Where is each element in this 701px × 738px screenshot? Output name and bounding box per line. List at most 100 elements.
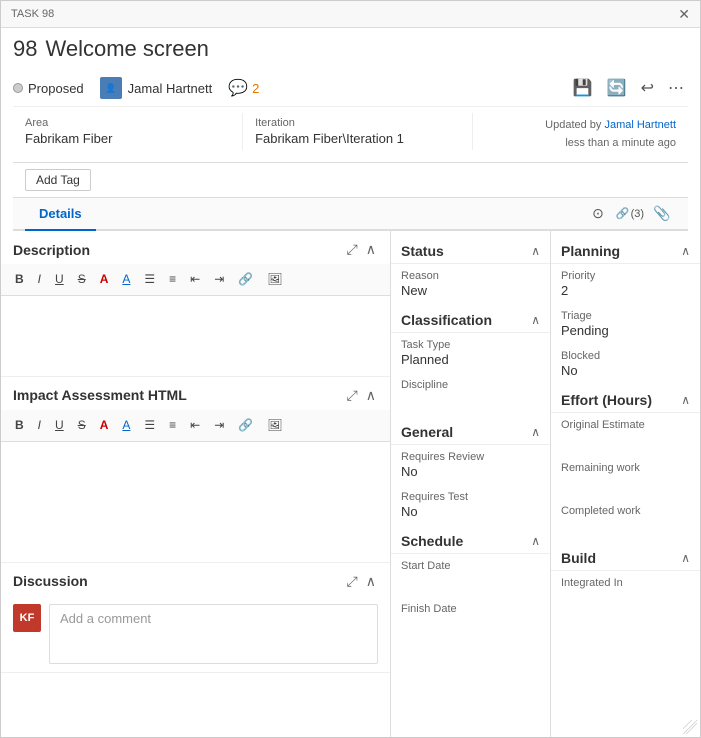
original-estimate-field[interactable]: Original Estimate <box>551 413 700 456</box>
bullet-list-btn[interactable]: ☰ <box>138 268 161 291</box>
finish-date-label: Finish Date <box>401 603 540 615</box>
link-btn[interactable]: 🔗 <box>232 268 259 291</box>
area-value: Fabrikam Fiber <box>25 131 230 146</box>
discussion-collapse-btn[interactable]: ∧ <box>364 571 378 592</box>
format-btn[interactable]: A <box>116 268 136 291</box>
comment-input[interactable]: Add a comment <box>49 604 378 664</box>
outdent-btn[interactable]: ⇤ <box>184 268 206 291</box>
impact-italic-btn[interactable]: I <box>32 414 47 437</box>
start-date-field[interactable]: Start Date <box>391 554 550 597</box>
highlight-btn[interactable]: A <box>94 268 115 291</box>
attach-icon-btn[interactable]: 📎 <box>648 200 676 228</box>
description-expand-btn[interactable]: ⤢ <box>345 239 360 260</box>
impact-link-btn[interactable]: 🔗 <box>232 414 259 437</box>
resize-handle[interactable] <box>683 720 697 734</box>
status-badge[interactable]: Proposed <box>13 81 84 96</box>
impact-expand-btn[interactable]: ⤢ <box>345 385 360 406</box>
impact-image-btn[interactable]: 🖼 <box>261 414 288 437</box>
completed-work-field[interactable]: Completed work <box>551 499 700 542</box>
image-btn[interactable]: 🖼 <box>261 268 288 291</box>
impact-numbered-btn[interactable]: ≡ <box>163 414 182 437</box>
build-collapse-btn[interactable]: ∧ <box>681 551 690 565</box>
triage-field[interactable]: Triage Pending <box>551 304 700 344</box>
description-controls: ⤢ ∧ <box>345 239 378 260</box>
classification-collapse-btn[interactable]: ∧ <box>531 313 540 327</box>
schedule-section-header: Schedule ∧ <box>391 525 550 554</box>
discipline-label: Discipline <box>401 379 540 391</box>
impact-bullet-btn[interactable]: ☰ <box>138 414 161 437</box>
impact-format-btn[interactable]: A <box>116 414 136 437</box>
reason-field[interactable]: Reason New <box>391 264 550 304</box>
task-name[interactable]: Welcome screen <box>45 36 208 62</box>
task-number: 98 <box>13 36 37 62</box>
description-collapse-btn[interactable]: ∧ <box>364 239 378 260</box>
priority-field[interactable]: Priority 2 <box>551 264 700 304</box>
classification-section-header: Classification ∧ <box>391 304 550 333</box>
status-title: Status <box>401 243 444 259</box>
commenter-initials: KF <box>20 612 35 624</box>
link-icon: 🔗 <box>616 207 630 220</box>
description-body[interactable] <box>1 296 390 376</box>
integrated-in-field[interactable]: Integrated In <box>551 571 700 614</box>
tab-bar: Details ⊙ 🔗 (3) 📎 <box>13 198 688 231</box>
add-tag-button[interactable]: Add Tag <box>25 169 91 191</box>
iteration-value: Fabrikam Fiber\Iteration 1 <box>255 131 460 146</box>
refresh-icon[interactable]: 🔄 <box>603 76 631 100</box>
underline-btn[interactable]: U <box>49 268 70 291</box>
tab-details[interactable]: Details <box>25 198 96 231</box>
impact-strikethrough-btn[interactable]: S <box>72 414 92 437</box>
discussion-expand-btn[interactable]: ⤢ <box>345 571 360 592</box>
assigned-user[interactable]: 👤 Jamal Hartnett <box>100 77 213 99</box>
requires-review-field[interactable]: Requires Review No <box>391 445 550 485</box>
impact-outdent-btn[interactable]: ⇤ <box>184 414 206 437</box>
undo-icon[interactable]: ↩ <box>637 76 658 100</box>
indent-btn[interactable]: ⇥ <box>208 268 230 291</box>
italic-btn[interactable]: I <box>32 268 47 291</box>
history-icon-btn[interactable]: ⊙ <box>584 200 612 228</box>
close-button[interactable]: ✕ <box>678 7 690 21</box>
general-collapse-btn[interactable]: ∧ <box>531 425 540 439</box>
area-label: Area <box>25 117 230 129</box>
impact-bold-btn[interactable]: B <box>9 414 30 437</box>
status-dot <box>13 83 23 93</box>
finish-date-field[interactable]: Finish Date <box>391 597 550 640</box>
impact-highlight-btn[interactable]: A <box>94 414 115 437</box>
reason-value: New <box>401 283 540 298</box>
remaining-work-field[interactable]: Remaining work <box>551 456 700 499</box>
numbered-list-btn[interactable]: ≡ <box>163 268 182 291</box>
bold-btn[interactable]: B <box>9 268 30 291</box>
right-panel: Status ∧ Reason New Classification ∧ Tas… <box>391 231 700 737</box>
far-right-panel: Planning ∧ Priority 2 Triage Pending Blo… <box>551 231 700 737</box>
discussion-section: Discussion ⤢ ∧ KF Add a comment <box>1 563 390 673</box>
iteration-label: Iteration <box>255 117 460 129</box>
impact-underline-btn[interactable]: U <box>49 414 70 437</box>
description-section: Description ⤢ ∧ B I U S A A ☰ ≡ ⇤ ⇥ <box>1 231 390 377</box>
strikethrough-btn[interactable]: S <box>72 268 92 291</box>
impact-body[interactable] <box>1 442 390 562</box>
task-type-label: Task Type <box>401 339 540 351</box>
schedule-collapse-btn[interactable]: ∧ <box>531 534 540 548</box>
updated-by-link[interactable]: Jamal Hartnett <box>604 119 676 131</box>
more-icon[interactable]: ⋯ <box>664 76 688 100</box>
requires-test-label: Requires Test <box>401 491 540 503</box>
triage-label: Triage <box>561 310 690 322</box>
blocked-field[interactable]: Blocked No <box>551 344 700 384</box>
left-panel: Description ⤢ ∧ B I U S A A ☰ ≡ ⇤ ⇥ <box>1 231 391 737</box>
window-title: TASK 98 <box>11 8 54 20</box>
requires-test-field[interactable]: Requires Test No <box>391 485 550 525</box>
iteration-field[interactable]: Iteration Fabrikam Fiber\Iteration 1 <box>243 113 473 150</box>
discipline-field[interactable]: Discipline <box>391 373 550 416</box>
save-icon[interactable]: 💾 <box>569 76 597 100</box>
impact-collapse-btn[interactable]: ∧ <box>364 385 378 406</box>
area-field[interactable]: Area Fabrikam Fiber <box>13 113 243 150</box>
description-header: Description ⤢ ∧ <box>1 231 390 264</box>
status-collapse-btn[interactable]: ∧ <box>531 244 540 258</box>
fields-bar: Area Fabrikam Fiber Iteration Fabrikam F… <box>13 107 688 163</box>
links-icon-btn[interactable]: 🔗 (3) <box>616 200 644 228</box>
task-type-field[interactable]: Task Type Planned <box>391 333 550 373</box>
planning-title: Planning <box>561 243 620 259</box>
comment-badge[interactable]: 💬 2 <box>228 78 259 98</box>
impact-indent-btn[interactable]: ⇥ <box>208 414 230 437</box>
planning-collapse-btn[interactable]: ∧ <box>681 244 690 258</box>
effort-collapse-btn[interactable]: ∧ <box>681 393 690 407</box>
